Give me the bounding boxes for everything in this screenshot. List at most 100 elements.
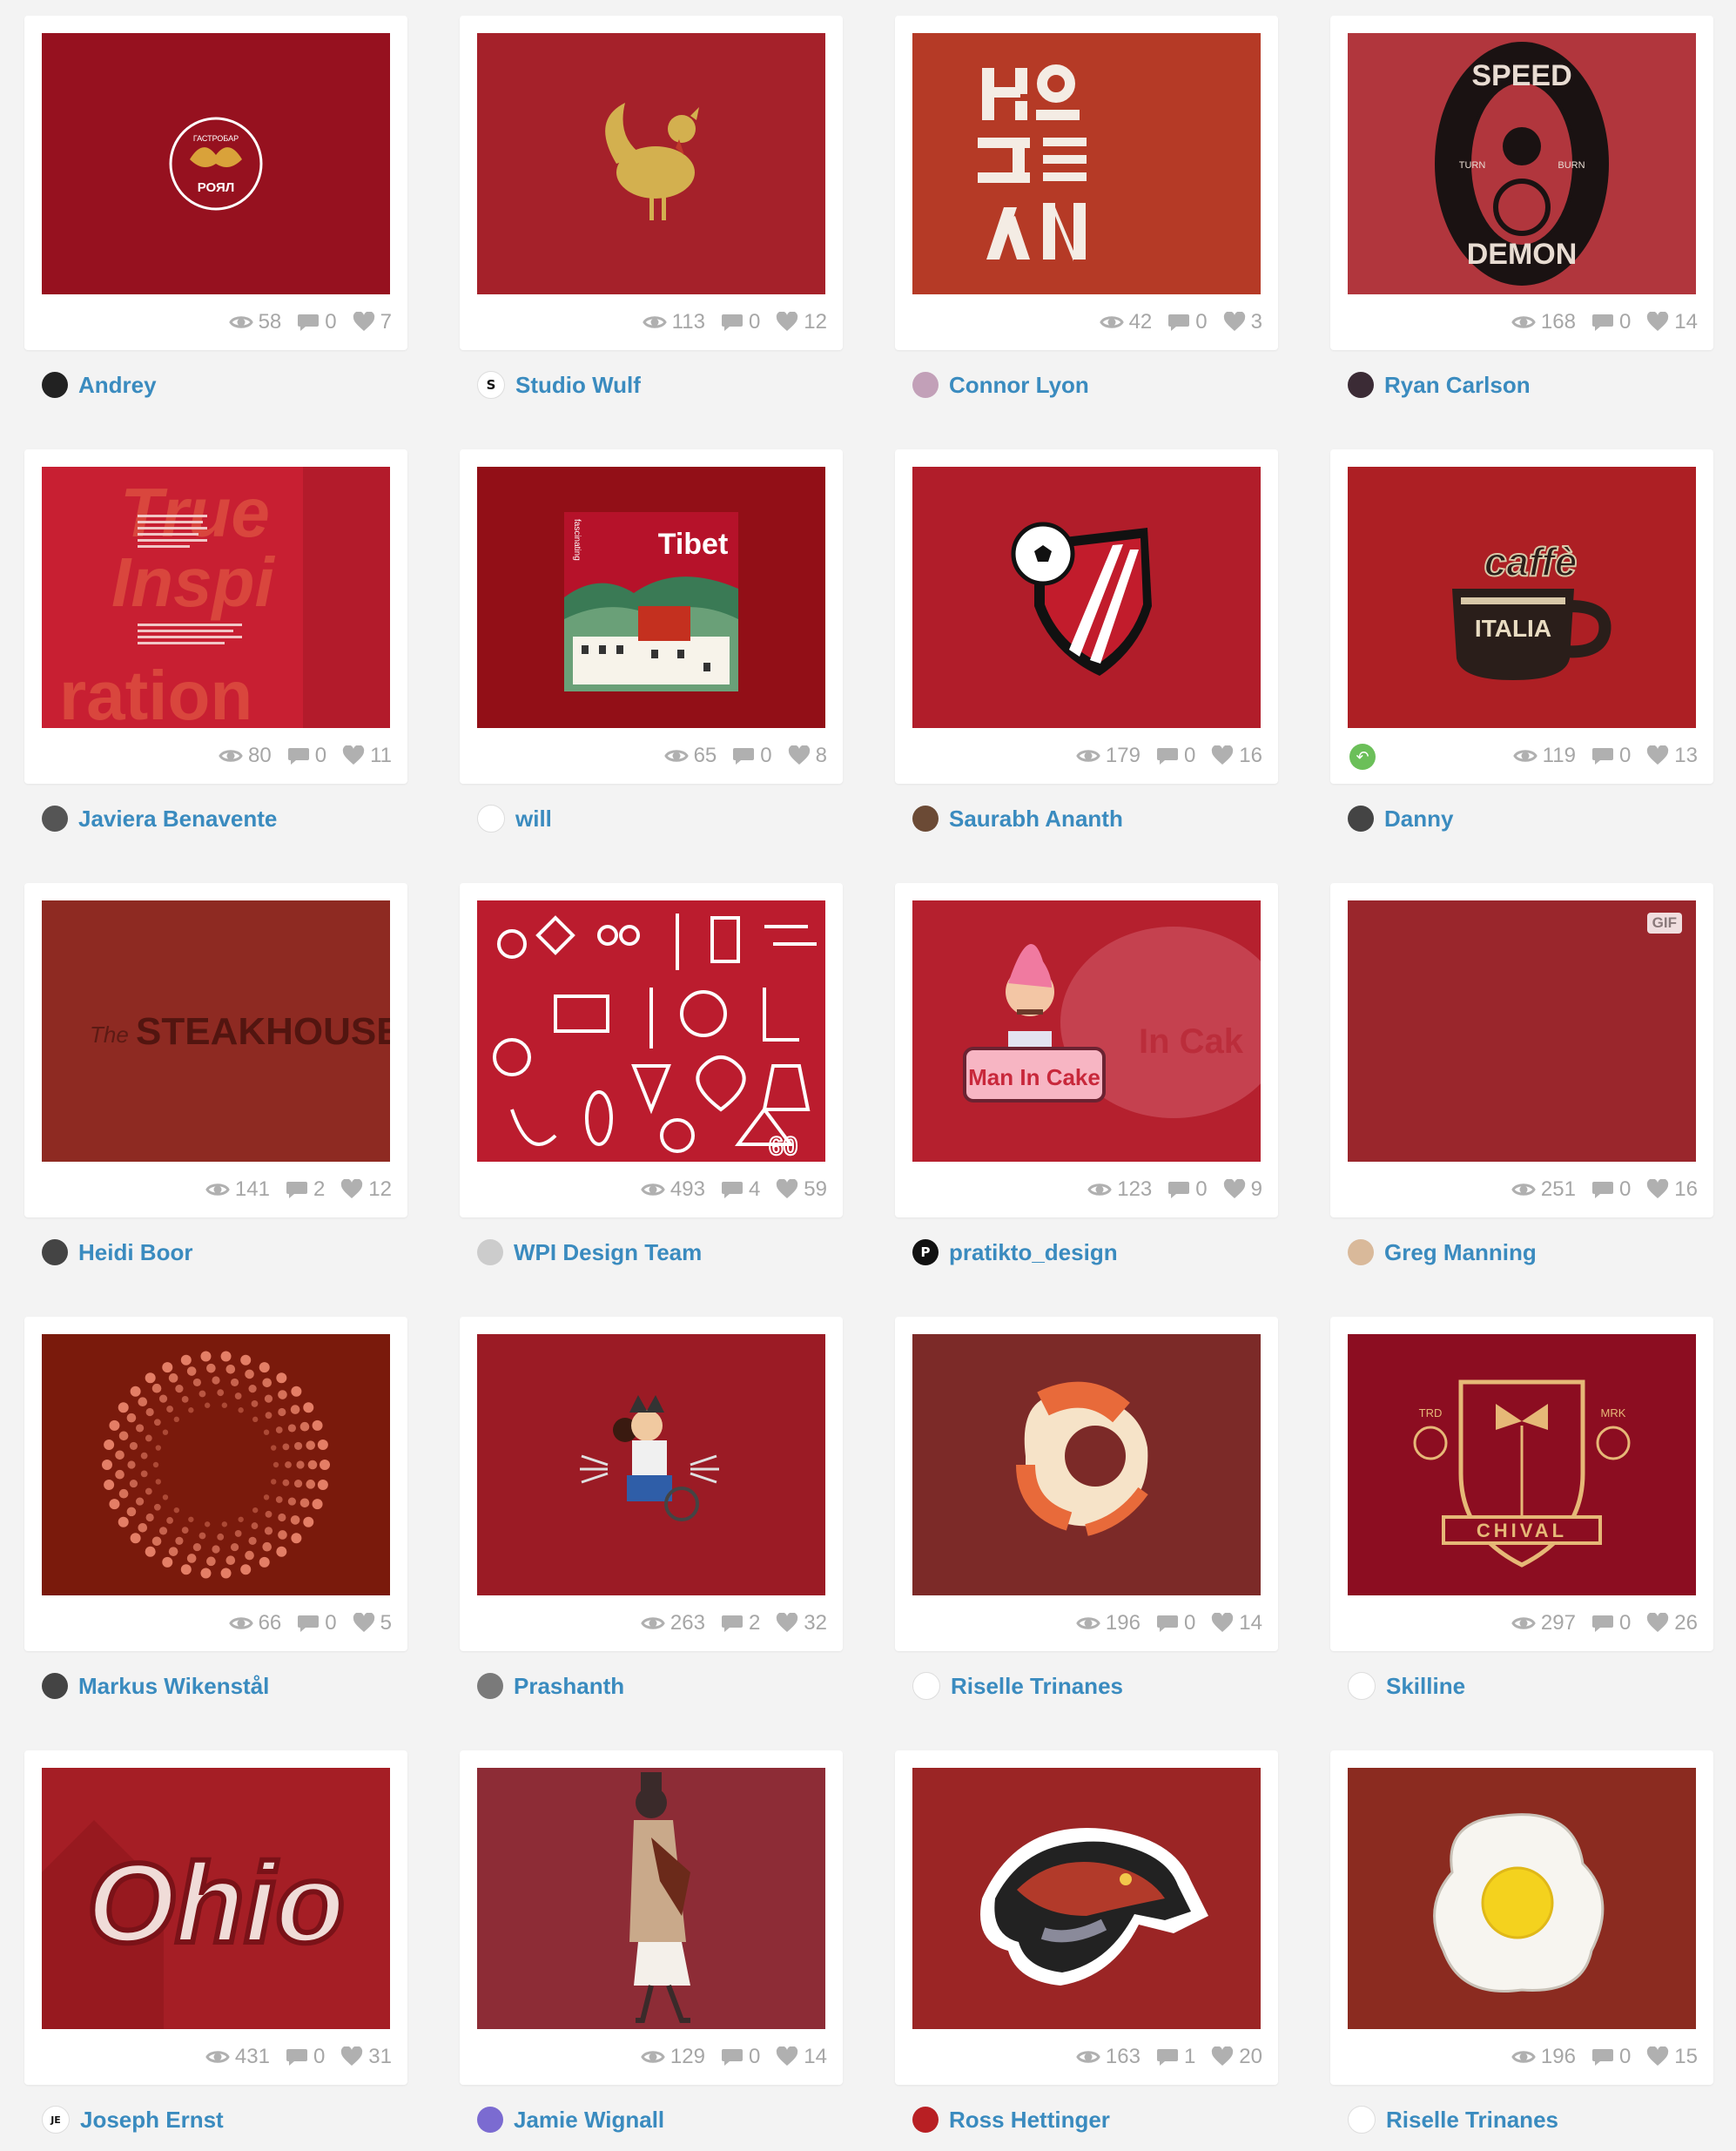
author-link[interactable]: Heidi Boor xyxy=(78,1239,192,1266)
author-link[interactable]: Jamie Wignall xyxy=(514,2107,664,2134)
author-link[interactable]: Studio Wulf xyxy=(515,372,641,399)
shot-card[interactable]: SPEED DEMON TURN BURN 168 0 14 xyxy=(1330,16,1713,350)
avatar[interactable] xyxy=(42,806,68,832)
shot-card[interactable]: 163 1 20 xyxy=(895,1750,1278,2085)
author-link[interactable]: Javiera Benavente xyxy=(78,806,277,833)
shot-card[interactable]: 263 2 32 xyxy=(460,1317,843,1651)
likes-stat[interactable]: 7 xyxy=(353,310,392,334)
author-link[interactable]: Danny xyxy=(1384,806,1453,833)
shot-card[interactable]: 179 0 16 xyxy=(895,449,1278,784)
avatar[interactable]: S xyxy=(477,371,505,399)
avatar[interactable]: JE xyxy=(42,2106,70,2134)
comments-stat[interactable]: 0 xyxy=(1591,744,1631,768)
comments-stat[interactable]: 0 xyxy=(1156,744,1195,768)
comments-stat[interactable]: 0 xyxy=(297,1611,337,1635)
shot-thumbnail[interactable]: The STEAKHOUSE xyxy=(42,900,390,1162)
shot-thumbnail[interactable] xyxy=(477,1334,825,1595)
shot-card[interactable]: Tibet fascinating 65 0 8 xyxy=(460,449,843,784)
author-link[interactable]: Ryan Carlson xyxy=(1384,372,1531,399)
likes-stat[interactable]: 9 xyxy=(1223,1177,1262,1202)
shot-card[interactable]: 66 0 5 xyxy=(24,1317,407,1651)
likes-stat[interactable]: 12 xyxy=(340,1177,392,1202)
comments-stat[interactable]: 0 xyxy=(286,2045,325,2069)
shot-thumbnail[interactable]: Ohio xyxy=(42,1768,390,2029)
likes-stat[interactable]: 32 xyxy=(776,1611,827,1635)
comments-stat[interactable]: 0 xyxy=(1591,310,1631,334)
author-link[interactable]: pratikto_design xyxy=(949,1239,1118,1266)
author-link[interactable]: Riselle Trinanes xyxy=(951,1673,1123,1700)
author-link[interactable]: Prashanth xyxy=(514,1673,624,1700)
shot-thumbnail[interactable] xyxy=(477,1768,825,2029)
author-link[interactable]: Connor Lyon xyxy=(949,372,1089,399)
shot-thumbnail[interactable]: caffè ITALIA xyxy=(1348,467,1696,728)
shot-thumbnail[interactable] xyxy=(912,1768,1261,2029)
avatar[interactable] xyxy=(912,372,939,398)
shot-card[interactable]: True Inspi ration 80 0 11 xyxy=(24,449,407,784)
avatar[interactable] xyxy=(1348,806,1374,832)
comments-stat[interactable]: 0 xyxy=(1167,310,1208,334)
shot-card[interactable]: CHIVAL TRD MRK 297 0 26 xyxy=(1330,1317,1713,1651)
shot-card[interactable]: caffè ITALIA ↶ 119 0 13 xyxy=(1330,449,1713,784)
likes-stat[interactable]: 14 xyxy=(776,2045,827,2069)
likes-stat[interactable]: 14 xyxy=(1646,310,1698,334)
avatar[interactable] xyxy=(42,1239,68,1265)
avatar[interactable] xyxy=(42,372,68,398)
likes-stat[interactable]: 3 xyxy=(1223,310,1262,334)
rebound-icon[interactable]: ↶ xyxy=(1349,744,1376,770)
comments-stat[interactable]: 0 xyxy=(732,744,772,768)
likes-stat[interactable]: 12 xyxy=(776,310,827,334)
comments-stat[interactable]: 0 xyxy=(1167,1177,1208,1202)
avatar[interactable] xyxy=(1348,1672,1376,1700)
shot-thumbnail[interactable] xyxy=(1348,1768,1696,2029)
shot-card[interactable]: The STEAKHOUSE 141 2 12 xyxy=(24,883,407,1217)
avatar[interactable] xyxy=(1348,372,1374,398)
avatar[interactable] xyxy=(477,805,505,833)
shot-thumbnail[interactable]: True Inspi ration xyxy=(42,467,390,728)
author-link[interactable]: Riselle Trinanes xyxy=(1386,2107,1558,2134)
likes-stat[interactable]: 8 xyxy=(788,744,827,768)
avatar[interactable] xyxy=(477,2107,503,2133)
likes-stat[interactable]: 26 xyxy=(1646,1611,1698,1635)
comments-stat[interactable]: 0 xyxy=(1156,1611,1195,1635)
shot-thumbnail[interactable] xyxy=(912,33,1261,294)
author-link[interactable]: will xyxy=(515,806,552,833)
author-link[interactable]: Ross Hettinger xyxy=(949,2107,1110,2134)
author-link[interactable]: Markus Wikenstål xyxy=(78,1673,269,1700)
shot-thumbnail[interactable]: In Cak Man In Cake xyxy=(912,900,1261,1162)
avatar[interactable] xyxy=(1348,2106,1376,2134)
likes-stat[interactable]: 20 xyxy=(1211,2045,1262,2069)
shot-thumbnail[interactable] xyxy=(912,467,1261,728)
shot-thumbnail[interactable]: Tibet fascinating xyxy=(477,467,825,728)
shot-card[interactable]: ГАСТРОБАР РОЯЛ 58 0 7 xyxy=(24,16,407,350)
avatar[interactable] xyxy=(1348,1239,1374,1265)
likes-stat[interactable]: 16 xyxy=(1646,1177,1698,1202)
comments-stat[interactable]: 0 xyxy=(287,744,326,768)
likes-stat[interactable]: 14 xyxy=(1211,1611,1262,1635)
shot-thumbnail[interactable]: GIF xyxy=(1348,900,1696,1162)
likes-stat[interactable]: 5 xyxy=(353,1611,392,1635)
avatar[interactable] xyxy=(912,2107,939,2133)
likes-stat[interactable]: 16 xyxy=(1211,744,1262,768)
author-link[interactable]: Andrey xyxy=(78,372,157,399)
likes-stat[interactable]: 15 xyxy=(1646,2045,1698,2069)
shot-card[interactable]: 196 0 14 xyxy=(895,1317,1278,1651)
avatar[interactable]: P xyxy=(912,1239,939,1265)
shot-thumbnail[interactable]: 60 xyxy=(477,900,825,1162)
shot-thumbnail[interactable] xyxy=(42,1334,390,1595)
comments-stat[interactable]: 2 xyxy=(721,1611,760,1635)
comments-stat[interactable]: 0 xyxy=(1591,1177,1631,1202)
comments-stat[interactable]: 2 xyxy=(286,1177,325,1202)
shot-card[interactable]: 42 0 3 xyxy=(895,16,1278,350)
shot-card[interactable]: 113 0 12 xyxy=(460,16,843,350)
avatar[interactable] xyxy=(912,806,939,832)
shot-card[interactable]: GIF 251 0 16 xyxy=(1330,883,1713,1217)
likes-stat[interactable]: 11 xyxy=(342,744,392,768)
likes-stat[interactable]: 13 xyxy=(1646,744,1698,768)
shot-thumbnail[interactable]: SPEED DEMON TURN BURN xyxy=(1348,33,1696,294)
avatar[interactable] xyxy=(477,1673,503,1699)
author-link[interactable]: Greg Manning xyxy=(1384,1239,1537,1266)
author-link[interactable]: Skilline xyxy=(1386,1673,1465,1700)
shot-thumbnail[interactable]: ГАСТРОБАР РОЯЛ xyxy=(42,33,390,294)
comments-stat[interactable]: 0 xyxy=(1591,2045,1631,2069)
likes-stat[interactable]: 31 xyxy=(340,2045,392,2069)
